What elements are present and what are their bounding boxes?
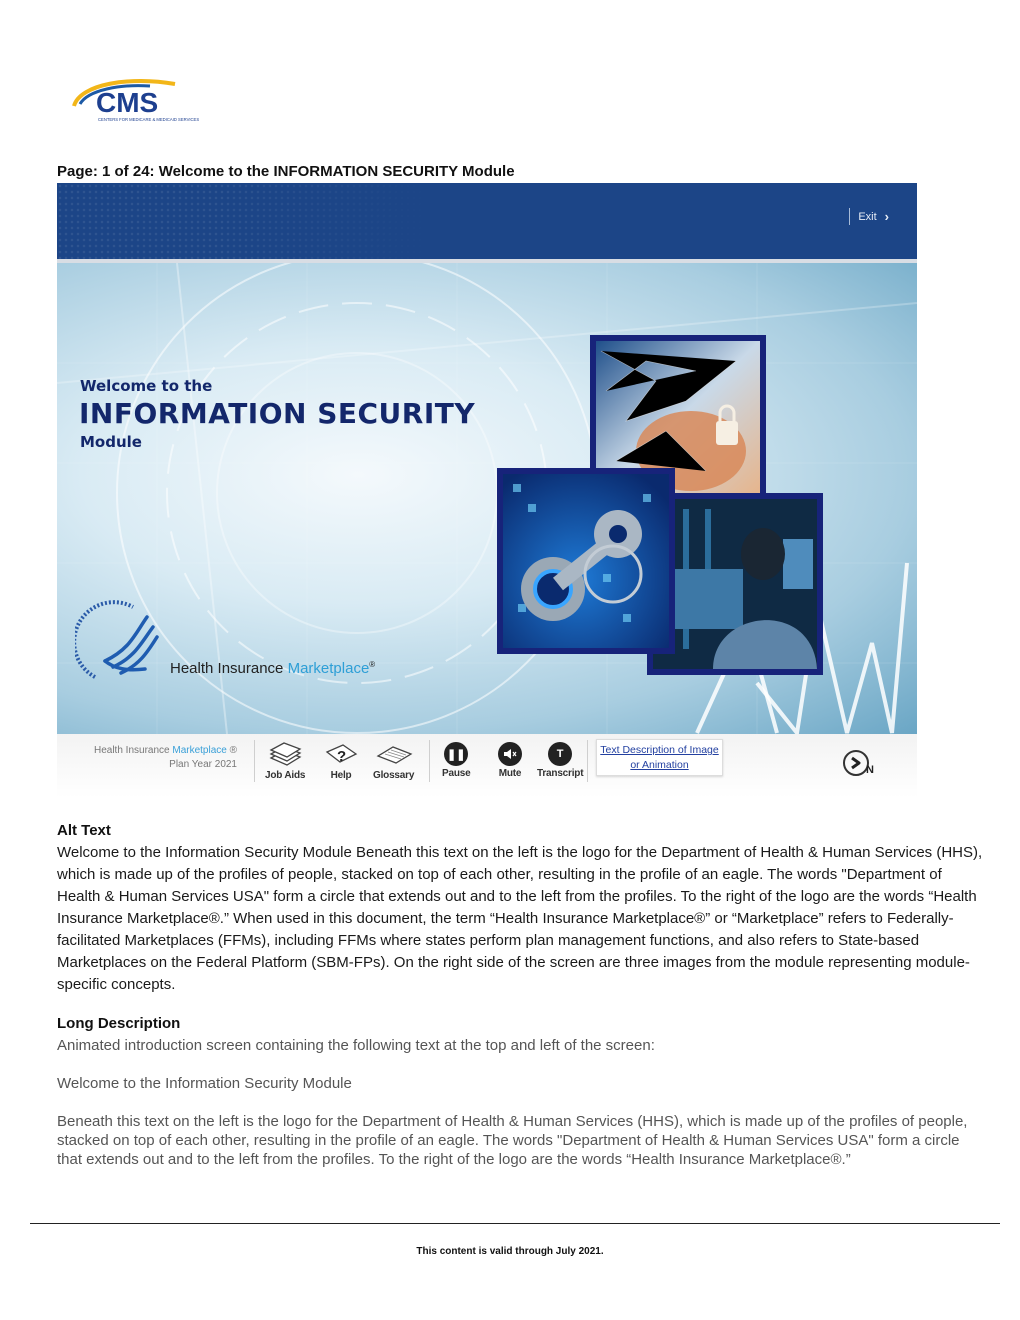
marketplace-brand-accent: Marketplace bbox=[287, 660, 370, 677]
plan-info: Health Insurance Marketplace ® Plan Year… bbox=[87, 744, 237, 772]
long-description-heading: Long Description bbox=[57, 1015, 181, 1032]
chevron-right-icon: › bbox=[884, 209, 889, 224]
footer-divider bbox=[30, 1223, 1000, 1224]
long-description-quote: Welcome to the Information Security Modu… bbox=[57, 1075, 352, 1092]
plan-brand-prefix: Health Insurance bbox=[93, 745, 173, 756]
module-stage: Welcome to the INFORMATION SECURITY Modu… bbox=[57, 263, 917, 734]
help-label: Help bbox=[330, 770, 352, 781]
transcript-button[interactable]: T Transcript bbox=[537, 742, 584, 779]
module-title-main: INFORMATION SECURITY bbox=[79, 397, 476, 430]
module-screenshot: Exit › Welcome to the INFORMATION SECURI… bbox=[57, 183, 917, 798]
toolbar-separator bbox=[587, 740, 588, 782]
svg-text:?: ? bbox=[337, 748, 346, 765]
plan-brand-mark: ® bbox=[226, 745, 237, 756]
module-title-welcome: Welcome to the bbox=[80, 377, 213, 395]
transcript-label: Transcript bbox=[537, 768, 584, 779]
module-toolbar: Health Insurance Marketplace ® Plan Year… bbox=[57, 734, 917, 798]
alt-text-body: Welcome to the Information Security Modu… bbox=[57, 844, 983, 993]
exit-button[interactable]: Exit › bbox=[849, 208, 889, 225]
job-aids-label: Job Aids bbox=[265, 770, 306, 781]
marketplace-brand-prefix: Health Insurance bbox=[170, 660, 288, 677]
glossary-icon bbox=[376, 746, 413, 764]
alt-text-heading: Alt Text bbox=[57, 822, 111, 839]
mute-icon bbox=[498, 742, 522, 766]
pause-icon: ❚❚ bbox=[444, 742, 469, 766]
plan-brand-accent: Marketplace bbox=[172, 745, 227, 756]
long-description-intro: Animated introduction screen containing … bbox=[57, 1037, 655, 1054]
job-aids-icon bbox=[269, 742, 302, 766]
next-button[interactable]: N bbox=[842, 747, 876, 781]
text-description-line1: Text Description of Image bbox=[600, 744, 719, 756]
registered-mark: ® bbox=[369, 660, 376, 669]
mute-label: Mute bbox=[498, 768, 522, 779]
exit-label: Exit bbox=[858, 210, 877, 223]
pause-label: Pause bbox=[442, 768, 471, 779]
cms-logo: CMS CENTERS FOR MEDICARE & MEDICAID SERV… bbox=[70, 76, 210, 126]
cms-logo-subtext: CENTERS FOR MEDICARE & MEDICAID SERVICES bbox=[98, 117, 199, 122]
help-button[interactable]: ? Help bbox=[323, 742, 359, 781]
toolbar-separator bbox=[429, 740, 430, 782]
mute-button[interactable]: Mute bbox=[498, 742, 522, 779]
module-title-module: Module bbox=[80, 433, 142, 451]
help-icon: ? bbox=[325, 744, 358, 765]
photo-key-in-lock bbox=[497, 468, 675, 654]
transcript-icon: T bbox=[548, 742, 573, 766]
pause-button[interactable]: ❚❚ Pause bbox=[442, 742, 471, 779]
text-description-line2: or Animation bbox=[630, 759, 689, 771]
toolbar-separator bbox=[254, 740, 255, 782]
text-description-link[interactable]: Text Description of Image or Animation bbox=[596, 739, 723, 776]
cms-logo-text: CMS bbox=[96, 87, 158, 118]
footer-validity: This content is valid through July 2021. bbox=[416, 1246, 604, 1257]
job-aids-button[interactable]: Job Aids bbox=[265, 742, 305, 781]
next-hotkey: N bbox=[866, 764, 874, 776]
next-icon: N bbox=[843, 750, 874, 776]
long-description-body: Beneath this text on the left is the log… bbox=[57, 1113, 968, 1168]
exit-separator bbox=[849, 208, 851, 225]
page-heading: Page: 1 of 24: Welcome to the INFORMATIO… bbox=[57, 163, 515, 180]
hhs-logo bbox=[72, 599, 165, 689]
marketplace-brand: Health Insurance Marketplace® bbox=[170, 660, 375, 677]
glossary-label: Glossary bbox=[373, 770, 415, 781]
plan-year: Plan Year 2021 bbox=[169, 759, 237, 770]
glossary-button[interactable]: Glossary bbox=[373, 742, 414, 781]
